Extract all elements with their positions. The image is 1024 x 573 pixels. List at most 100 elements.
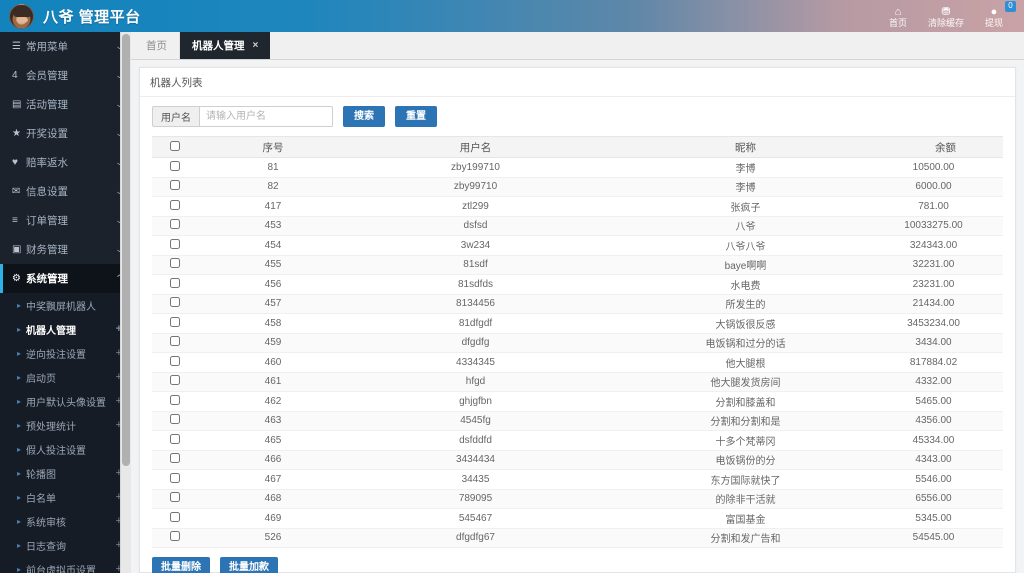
row-checkbox[interactable] — [170, 375, 180, 385]
table-row[interactable]: 457 8134456 所发生的 21434.00 — [152, 294, 1003, 314]
trash-icon: ⛃ — [922, 6, 970, 18]
row-checkbox[interactable] — [170, 512, 180, 522]
row-checkbox[interactable] — [170, 473, 180, 483]
reset-button[interactable]: 重置 — [395, 106, 437, 127]
sidebar-item-3[interactable]: ★开奖设置⌄ — [0, 119, 120, 148]
sidebar-subitem-6[interactable]: ▸ 假人投注设置 — [0, 437, 120, 461]
table-row[interactable]: 453 dsfsd 八爷 10033275.00 — [152, 216, 1003, 236]
content-area: 首页机器人管理× 机器人列表 用户名 搜索 重置 — [131, 32, 1024, 573]
row-checkbox[interactable] — [170, 317, 180, 327]
table-row[interactable]: 462 ghjgfbn 分割和膝盖和 5465.00 — [152, 392, 1003, 412]
sidebar-subitem-9[interactable]: ▸ 系统审核 + — [0, 509, 120, 533]
table-row[interactable]: 459 dfgdfg 电饭锅和过分的话 3434.00 — [152, 333, 1003, 353]
sidebar-item-8[interactable]: ⚙系统管理⌃ — [0, 264, 120, 293]
row-id: 462 — [198, 392, 348, 412]
row-checkbox[interactable] — [170, 356, 180, 366]
sidebar-subitem-7[interactable]: ▸ 轮播图 + — [0, 461, 120, 485]
tab-1[interactable]: 机器人管理 × — [180, 32, 270, 59]
table-row[interactable]: 468 789095 的除非干活就 6556.00 — [152, 489, 1003, 509]
search-input[interactable] — [199, 106, 333, 127]
row-id: 459 — [198, 333, 348, 353]
sidebar-item-0[interactable]: ☰常用菜单⌄ — [0, 32, 120, 61]
row-checkbox[interactable] — [170, 278, 180, 288]
row-balance: 4356.00 — [888, 411, 1003, 431]
sidebar-subitem-1[interactable]: ▸ 机器人管理 + — [0, 317, 120, 341]
sidebar-item-6[interactable]: ≡订单管理⌄ — [0, 206, 120, 235]
row-user: 4334345 — [348, 353, 603, 373]
row-user: 34435 — [348, 470, 603, 490]
table-header-id: 序号 — [198, 137, 348, 158]
table-row[interactable]: 465 dsfddfd 十多个梵蒂冈 45334.00 — [152, 431, 1003, 451]
sidebar-item-label: 会员管理 — [26, 68, 116, 83]
table-row[interactable]: 455 81sdf baye啊啊 32231.00 — [152, 255, 1003, 275]
sidebar-item-1[interactable]: ὆4会员管理⌄ — [0, 61, 120, 90]
row-id: 469 — [198, 509, 348, 529]
top-action-withdraw[interactable]: 0 ● 提现 — [970, 3, 1018, 29]
sidebar-subitem-4[interactable]: ▸ 用户默认头像设置 + — [0, 389, 120, 413]
row-nick: 他大腿根 — [603, 353, 888, 373]
row-checkbox[interactable] — [170, 219, 180, 229]
row-checkbox[interactable] — [170, 200, 180, 210]
top-action-home[interactable]: ⌂ 首页 — [874, 3, 922, 29]
row-balance: 781.00 — [888, 197, 1003, 217]
row-user: zby99710 — [348, 177, 603, 197]
sidebar-subitem-3[interactable]: ▸ 启动页 + — [0, 365, 120, 389]
row-checkbox[interactable] — [170, 531, 180, 541]
row-user: 3w234 — [348, 236, 603, 256]
row-user: 789095 — [348, 489, 603, 509]
sidebar-subitem-11[interactable]: ▸ 前台虚拟币设置 + — [0, 557, 120, 573]
sidebar-subitem-5[interactable]: ▸ 预处理统计 + — [0, 413, 120, 437]
table-row[interactable]: 466 3434434 电饭锅份的分 4343.00 — [152, 450, 1003, 470]
sidebar-item-2[interactable]: ▤活动管理⌄ — [0, 90, 120, 119]
batch-add-funds-button[interactable]: 批量加款 — [220, 557, 278, 573]
row-checkbox[interactable] — [170, 336, 180, 346]
row-select-cell — [152, 236, 198, 256]
table-row[interactable]: 82 zby99710 李博 6000.00 — [152, 177, 1003, 197]
sidebar-scrollbar-thumb[interactable] — [122, 34, 130, 466]
row-checkbox[interactable] — [170, 395, 180, 405]
sidebar-subitem-0[interactable]: ▸ 中奖飘屏机器人 — [0, 293, 120, 317]
row-checkbox[interactable] — [170, 492, 180, 502]
row-checkbox[interactable] — [170, 414, 180, 424]
sidebar-item-4[interactable]: ♥赔率返水⌄ — [0, 148, 120, 177]
row-checkbox[interactable] — [170, 258, 180, 268]
table-row[interactable]: 456 81sdfds 水电费 23231.00 — [152, 275, 1003, 295]
sidebar-subitem-2[interactable]: ▸ 逆向投注设置 + — [0, 341, 120, 365]
row-user: zby199710 — [348, 158, 603, 178]
top-action-clear-cache[interactable]: ⛃ 清除缓存 — [922, 3, 970, 29]
table-row[interactable]: 463 4545fg 分割和分割和是 4356.00 — [152, 411, 1003, 431]
row-checkbox[interactable] — [170, 161, 180, 171]
close-icon[interactable]: × — [253, 40, 259, 51]
row-checkbox[interactable] — [170, 180, 180, 190]
row-nick: 水电费 — [603, 275, 888, 295]
sidebar-scrollbar[interactable] — [120, 32, 131, 573]
sidebar-item-5[interactable]: ✉信息设置⌄ — [0, 177, 120, 206]
table-row[interactable]: 81 zby199710 李博 10500.00 — [152, 158, 1003, 178]
table-row[interactable]: 454 3w234 八爷八爷 324343.00 — [152, 236, 1003, 256]
select-all-checkbox[interactable] — [170, 141, 180, 151]
search-button[interactable]: 搜索 — [343, 106, 385, 127]
table-row[interactable]: 461 hfgd 他大腿发货房间 4332.00 — [152, 372, 1003, 392]
star-icon: ★ — [12, 128, 26, 139]
table-row[interactable]: 469 545467 富国基金 5345.00 — [152, 509, 1003, 529]
row-checkbox[interactable] — [170, 453, 180, 463]
row-nick: 所发生的 — [603, 294, 888, 314]
row-checkbox[interactable] — [170, 239, 180, 249]
table-row[interactable]: 458 81dfgdf 大锅饭很反感 3453234.00 — [152, 314, 1003, 334]
table-row[interactable]: 460 4334345 他大腿根 817884.02 — [152, 353, 1003, 373]
sidebar-subitem-label: 白名单 — [26, 490, 116, 505]
tab-0[interactable]: 首页 — [134, 32, 180, 59]
batch-delete-button[interactable]: 批量删除 — [152, 557, 210, 573]
sidebar-menu: ☰常用菜单⌄὆4会员管理⌄▤活动管理⌄★开奖设置⌄♥赔率返水⌄✉信息设置⌄≡订单… — [0, 32, 120, 293]
table-row[interactable]: 467 34435 东方国际就快了 5546.00 — [152, 470, 1003, 490]
table-row[interactable]: 526 dfgdfg67 分割和发广告和 54545.00 — [152, 528, 1003, 548]
sidebar-subitem-label: 前台虚拟币设置 — [26, 562, 116, 573]
sidebar-item-7[interactable]: ▣财务管理⌄ — [0, 235, 120, 264]
row-checkbox[interactable] — [170, 434, 180, 444]
row-checkbox[interactable] — [170, 297, 180, 307]
table-row[interactable]: 417 ztl299 张疯子 781.00 — [152, 197, 1003, 217]
brand[interactable]: 八爷 管理平台 — [0, 4, 141, 29]
sidebar-subitem-8[interactable]: ▸ 白名单 + — [0, 485, 120, 509]
row-balance: 45334.00 — [888, 431, 1003, 451]
sidebar-subitem-10[interactable]: ▸ 日志查询 + — [0, 533, 120, 557]
